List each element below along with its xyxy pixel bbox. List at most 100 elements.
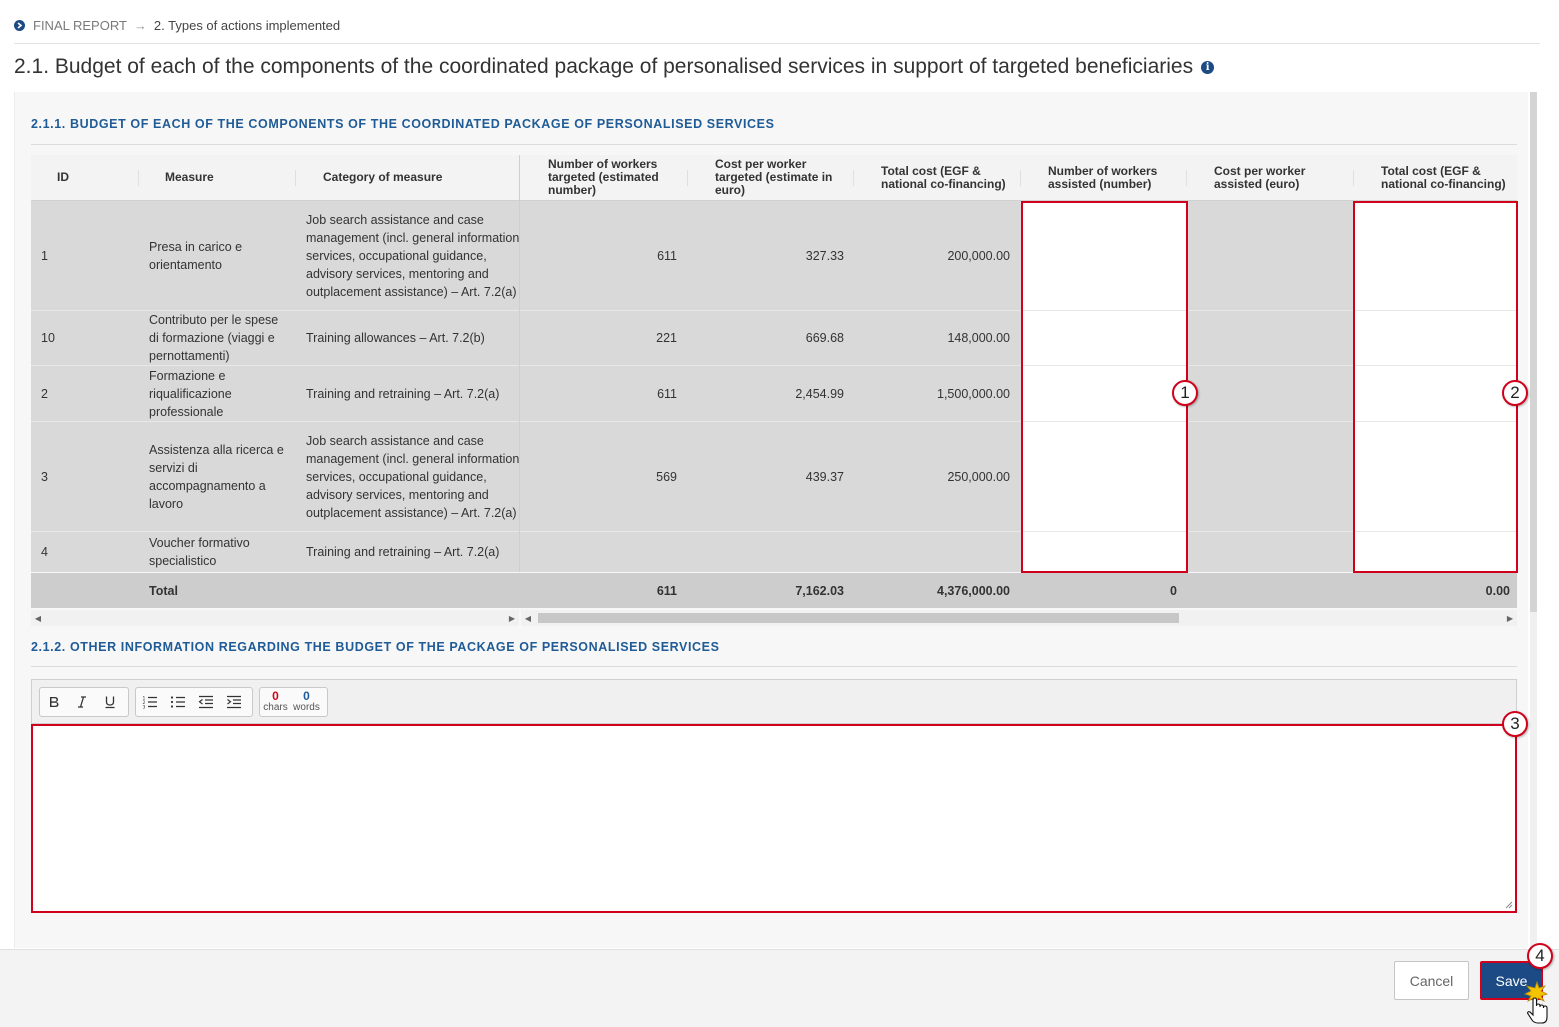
other-info-textarea[interactable] xyxy=(31,724,1517,913)
callout-2: 2 xyxy=(1502,380,1528,406)
table-row: 2 Formazione e riqualificazione professi… xyxy=(31,366,1517,422)
bullet-list-icon[interactable] xyxy=(164,688,192,716)
words-count: 0 xyxy=(303,689,310,703)
col-separator xyxy=(138,170,139,186)
cancel-button[interactable]: Cancel xyxy=(1394,961,1469,1000)
total-label: Total xyxy=(149,583,178,598)
bold-icon[interactable] xyxy=(40,688,68,716)
horizontal-scrollbar-thumb[interactable] xyxy=(538,613,1179,623)
scroll-right-icon[interactable]: ▶ xyxy=(505,610,519,626)
resize-handle-icon[interactable] xyxy=(1505,901,1513,909)
col-header-total-assisted[interactable]: Total cost (EGF & national co-financing) xyxy=(1381,155,1516,200)
col-separator xyxy=(295,170,296,186)
cell-cost-targeted: 2,454.99 xyxy=(795,386,844,401)
col-separator xyxy=(1020,170,1021,186)
cell-workers-targeted: 611 xyxy=(657,386,677,401)
table-total-row: Total 611 7,162.03 4,376,000.00 0 0.00 xyxy=(31,573,1517,608)
vertical-scrollbar[interactable] xyxy=(1530,92,1537,948)
cell-cost-targeted: 669.68 xyxy=(805,331,844,345)
cell-measure: Assistenza alla ricerca e servizi di acc… xyxy=(149,442,284,511)
col-header-id[interactable]: ID xyxy=(57,155,137,200)
section-divider xyxy=(31,144,1517,145)
section-title-other-info: 2.1.2. Other information regarding the b… xyxy=(31,640,720,654)
col-header-total-targeted[interactable]: Total cost (EGF & national co-financing) xyxy=(881,155,1016,200)
breadcrumb: FINAL REPORT → 2. Types of actions imple… xyxy=(14,16,340,34)
footer-bar xyxy=(0,949,1559,1027)
col-header-workers-targeted[interactable]: Number of workers targeted (estimated nu… xyxy=(548,155,683,200)
callout-3: 3 xyxy=(1502,711,1528,737)
underline-icon[interactable] xyxy=(96,688,124,716)
col-header-cost-targeted[interactable]: Cost per worker targeted (estimate in eu… xyxy=(715,155,850,200)
frozen-horizontal-scrollbar[interactable]: ◀ ▶ xyxy=(31,610,519,626)
cell-measure: Voucher formativo specialistico xyxy=(149,536,250,568)
col-header-category[interactable]: Category of measure xyxy=(323,155,513,200)
cell-measure: Contributo per le spese di formazione (v… xyxy=(149,313,279,363)
breadcrumb-root-link[interactable]: FINAL REPORT xyxy=(33,18,127,33)
chevron-right-icon xyxy=(14,19,25,31)
svg-text:3: 3 xyxy=(143,705,146,710)
scroll-left-icon[interactable]: ◀ xyxy=(31,610,45,626)
table-row: 3 Assistenza alla ricerca e servizi di a… xyxy=(31,422,1517,532)
cell-cost-targeted: 327.33 xyxy=(805,248,844,263)
info-icon[interactable]: i xyxy=(1201,60,1215,74)
highlight-workers-assisted xyxy=(1021,201,1188,573)
table-row: 4 Voucher formativo specialistico Traini… xyxy=(31,532,1517,572)
highlight-total-assisted xyxy=(1353,201,1518,573)
table-row: 1 Presa in carico e orientamento Job sea… xyxy=(31,201,1517,311)
cell-category: Job search assistance and case managemen… xyxy=(306,212,520,299)
cell-workers-targeted: 611 xyxy=(657,248,677,263)
cell-category: Training allowances – Art. 7.2(b) xyxy=(306,331,485,345)
cell-workers-targeted xyxy=(531,532,677,572)
total-cost-targeted: 7,162.03 xyxy=(795,583,844,598)
chars-count: 0 xyxy=(272,689,279,703)
total-workers-targeted: 611 xyxy=(656,583,677,598)
cell-id: 3 xyxy=(41,469,48,484)
cell-total-targeted: 1,500,000.00 xyxy=(937,386,1010,401)
col-separator xyxy=(1353,170,1354,186)
col-header-workers-assisted[interactable]: Number of workers assisted (number) xyxy=(1048,155,1183,200)
cell-total-targeted xyxy=(861,532,1010,572)
frozen-column-divider xyxy=(519,155,520,572)
scroll-left-icon[interactable]: ◀ xyxy=(521,610,535,626)
table-body: 1 Presa in carico e orientamento Job sea… xyxy=(31,201,1517,572)
editor-toolbar: 123 0 chars 0 words xyxy=(31,679,1517,724)
cell-category: Training and retraining – Art. 7.2(a) xyxy=(306,386,500,401)
col-separator xyxy=(687,170,688,186)
page-title-text: 2.1. Budget of each of the components of… xyxy=(14,55,1194,78)
cell-category: Training and retraining – Art. 7.2(a) xyxy=(306,545,500,559)
horizontal-scrollbar[interactable]: ◀ ▶ xyxy=(521,610,1517,626)
cell-id: 10 xyxy=(41,331,55,345)
vertical-scrollbar-thumb[interactable] xyxy=(1530,92,1537,612)
indent-icon[interactable] xyxy=(220,688,248,716)
cell-id: 1 xyxy=(41,248,48,263)
cell-id: 4 xyxy=(41,545,48,559)
format-group xyxy=(39,687,129,717)
chars-label: chars xyxy=(263,702,288,713)
section-divider xyxy=(31,666,1517,667)
list-group: 123 xyxy=(135,687,253,717)
outdent-icon[interactable] xyxy=(192,688,220,716)
click-cursor-icon xyxy=(1523,980,1549,1024)
col-header-measure[interactable]: Measure xyxy=(165,155,295,200)
total-workers-assisted: 0 xyxy=(1170,583,1177,598)
breadcrumb-divider xyxy=(14,43,1540,44)
table-header: ID Measure Category of measure Number of… xyxy=(31,155,1517,201)
cell-measure: Formazione e riqualificazione profession… xyxy=(149,368,232,419)
counter-group: 0 chars 0 words xyxy=(259,687,328,717)
col-header-cost-assisted[interactable]: Cost per worker assisted (euro) xyxy=(1214,155,1349,200)
italic-icon[interactable] xyxy=(68,688,96,716)
cell-measure: Presa in carico e orientamento xyxy=(149,239,243,272)
callout-4: 4 xyxy=(1527,943,1553,969)
ordered-list-icon[interactable]: 123 xyxy=(136,688,164,716)
total-total-assisted: 0.00 xyxy=(1485,583,1510,598)
cell-cost-targeted: 439.37 xyxy=(805,469,844,484)
words-counter: 0 words xyxy=(291,690,322,714)
callout-1: 1 xyxy=(1172,380,1198,406)
section-title-budget: 2.1.1. Budget of each of the components … xyxy=(31,117,775,131)
cell-id: 2 xyxy=(41,386,48,401)
scroll-right-icon[interactable]: ▶ xyxy=(1503,610,1517,626)
cell-category: Job search assistance and case managemen… xyxy=(306,433,520,520)
breadcrumb-current: 2. Types of actions implemented xyxy=(153,17,341,33)
breadcrumb-separator: → xyxy=(133,17,147,33)
table-row: 10 Contributo per le spese di formazione… xyxy=(31,311,1517,366)
